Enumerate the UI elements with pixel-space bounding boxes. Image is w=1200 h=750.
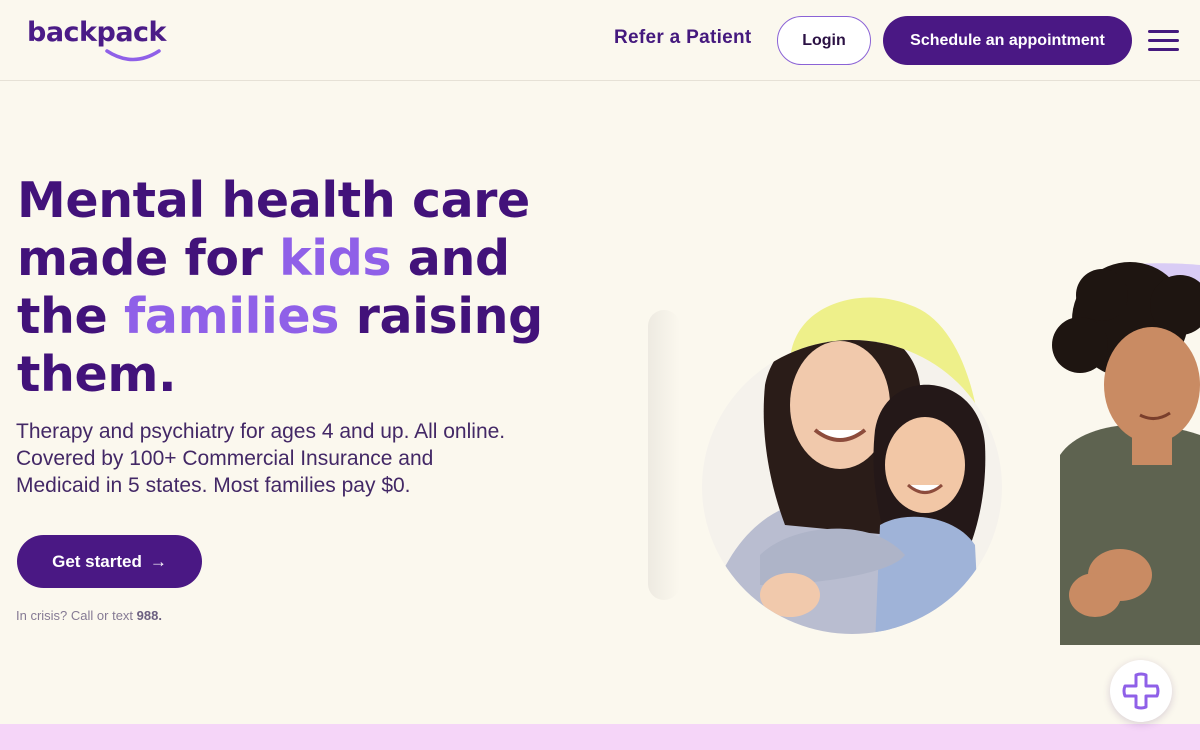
crisis-note: In crisis? Call or text 988. xyxy=(16,608,162,623)
refer-patient-link[interactable]: Refer a Patient xyxy=(614,27,752,49)
get-started-label: Get started xyxy=(52,551,142,571)
logo-text: backpack xyxy=(27,17,167,48)
page: backpack Refer a Patient Login Schedule … xyxy=(0,0,1200,750)
logo-smile-icon xyxy=(105,49,161,62)
headline-highlight-families: families xyxy=(124,288,340,345)
hamburger-menu-icon[interactable] xyxy=(1148,28,1180,52)
crisis-prefix: In crisis? Call or text xyxy=(16,608,137,623)
site-header: backpack Refer a Patient Login Schedule … xyxy=(0,0,1200,81)
help-chat-button[interactable] xyxy=(1110,660,1172,722)
backpack-logo[interactable]: backpack xyxy=(27,16,173,62)
plus-help-icon xyxy=(1122,672,1160,710)
get-started-button[interactable]: Get started → xyxy=(17,535,202,588)
login-button[interactable]: Login xyxy=(777,16,871,65)
hero-headline: Mental health care made for kids and the… xyxy=(17,172,557,404)
hero-subtext: Therapy and psychiatry for ages 4 and up… xyxy=(16,420,506,497)
headline-highlight-kids: kids xyxy=(279,230,392,287)
faded-photo-edge xyxy=(648,310,680,600)
bottom-section-band xyxy=(0,724,1200,750)
boy-photo xyxy=(1052,262,1200,645)
hero-photo-collage xyxy=(648,262,1200,645)
crisis-number[interactable]: 988. xyxy=(137,608,162,623)
arrow-right-icon: → xyxy=(149,551,167,571)
schedule-appointment-button[interactable]: Schedule an appointment xyxy=(883,16,1132,65)
